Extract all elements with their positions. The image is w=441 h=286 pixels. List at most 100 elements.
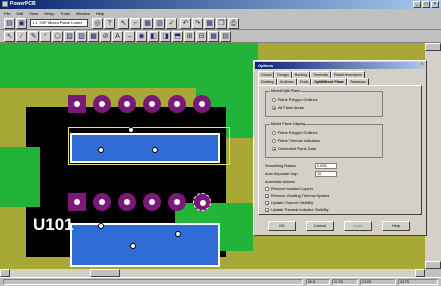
- apply-button[interactable]: Apply: [344, 221, 372, 231]
- window-title: PowerPCB: [10, 1, 36, 7]
- tab-drafting[interactable]: Drafting: [258, 78, 277, 85]
- save-icon[interactable]: ▣: [16, 18, 27, 29]
- properties-icon[interactable]: ▤: [220, 31, 231, 42]
- checkbox-icon[interactable]: [265, 187, 269, 191]
- pin-pad: [143, 95, 161, 113]
- tab-split-mixed-plane[interactable]: Split/Mixed Plane: [311, 78, 347, 85]
- tab-routing[interactable]: Routing: [291, 71, 310, 78]
- select-icon[interactable]: ↖: [118, 18, 129, 29]
- copper-icon[interactable]: ▧: [64, 31, 75, 42]
- help-icon[interactable]: ?: [104, 18, 115, 29]
- text-icon[interactable]: A: [112, 31, 123, 42]
- tab-teardrops[interactable]: Teardrops: [346, 78, 369, 85]
- minimize-button[interactable]: _: [413, 1, 421, 8]
- hatch-icon[interactable]: ▦: [208, 31, 219, 42]
- check-remove-isolated-copper[interactable]: Remove Isolated Copper: [265, 187, 313, 191]
- radio-icon[interactable]: [272, 139, 276, 143]
- menu-help[interactable]: Help: [96, 11, 104, 16]
- print-icon[interactable]: ⎙: [228, 18, 239, 29]
- copper-pad-top: [70, 133, 220, 163]
- keepout-icon[interactable]: ⊘: [100, 31, 111, 42]
- scroll-right-button[interactable]: [415, 269, 425, 277]
- polygon-icon[interactable]: ⬠: [52, 31, 63, 42]
- tab-gridlines[interactable]: Gridlines: [276, 78, 297, 85]
- undo-icon[interactable]: ↶: [180, 18, 191, 29]
- redo-icon[interactable]: ↷: [192, 18, 203, 29]
- cancel-button[interactable]: Cancel: [306, 221, 334, 231]
- radio-icon[interactable]: [272, 106, 276, 110]
- dialog-close-icon[interactable]: ×: [419, 62, 425, 67]
- plane-area-icon[interactable]: ◨: [160, 31, 171, 42]
- checkbox-icon[interactable]: ✓: [265, 201, 269, 206]
- option-generated-plane-data[interactable]: Generated Plane Data: [272, 147, 316, 151]
- vertical-scrollbar[interactable]: [425, 43, 441, 269]
- status-width: W 8: [306, 279, 330, 285]
- menu-view[interactable]: View: [29, 11, 38, 16]
- route-icon[interactable]: ⌐: [130, 18, 141, 29]
- auto-plane-icon[interactable]: ⬒: [172, 31, 183, 42]
- arc-icon[interactable]: ◜: [40, 31, 51, 42]
- status-message: [3, 279, 303, 285]
- check-icon[interactable]: ✓: [166, 18, 177, 29]
- maximize-button[interactable]: □: [422, 1, 430, 8]
- tab-grids[interactable]: Grids: [296, 78, 312, 85]
- pointer-icon[interactable]: ↖: [4, 31, 15, 42]
- help-button[interactable]: Help: [382, 221, 410, 231]
- checkbox-icon[interactable]: ✓: [265, 194, 269, 199]
- horizontal-scrollbar[interactable]: [0, 269, 425, 277]
- cutout-icon[interactable]: ▩: [88, 31, 99, 42]
- menu-file[interactable]: File: [4, 11, 10, 16]
- mixed-plane-display-group: Mixed Plane Display Plane Polygon Outlin…: [265, 122, 383, 158]
- option-thermal-indicators[interactable]: Plane Thermal Indicators: [272, 139, 320, 143]
- option-plane-polygon-outlines[interactable]: Plane Polygon Outlines: [272, 98, 317, 102]
- tab-pads-dimensions[interactable]: Pads/Dimensions: [330, 71, 365, 78]
- component-icon[interactable]: ▦: [142, 18, 153, 29]
- menu-setup[interactable]: Setup: [44, 11, 54, 16]
- layer-select[interactable]: 1-1 TOP Mixed Plane Lower: [30, 19, 88, 27]
- auto-separate-gap-input[interactable]: 10: [315, 171, 337, 177]
- option-all-plane-areas[interactable]: All Plane Areas: [272, 106, 304, 110]
- check-remove-violating-spokes[interactable]: ✓ Remove Violating Thermal Spokes: [265, 194, 329, 199]
- scroll-left-button[interactable]: [0, 269, 10, 277]
- copy-icon[interactable]: ❐: [216, 18, 227, 29]
- menu-edit[interactable]: Edit: [16, 11, 23, 16]
- check-update-thermal-visibility[interactable]: ✓ Update Thermal Indicator Visibility: [265, 208, 328, 213]
- pour-icon[interactable]: ▨: [76, 31, 87, 42]
- zoom-icon[interactable]: ◎: [92, 18, 103, 29]
- close-button[interactable]: ×: [431, 1, 439, 8]
- status-x: 2125: [360, 279, 396, 285]
- plane-icon[interactable]: ▥: [154, 18, 165, 29]
- merge-icon[interactable]: ⊞: [184, 31, 195, 42]
- toolbar-drafting: ↖ ∕ ✎ ◜ ⬠ ▧ ▨ ▩ ⊘ A ↔ ◉ ◧ ◨ ⬒ ⊞ ⊟ ▦ ▤: [0, 30, 441, 43]
- menu-window[interactable]: Window: [76, 11, 90, 16]
- option-display-polygon-outlines[interactable]: Plane Polygon Outlines: [272, 131, 317, 135]
- pin-pad: [193, 95, 211, 113]
- radio-icon[interactable]: [272, 131, 276, 135]
- checkbox-icon[interactable]: ✓: [265, 208, 269, 213]
- dimension-icon[interactable]: ↔: [124, 31, 135, 42]
- via-icon[interactable]: ◉: [136, 31, 147, 42]
- open-icon[interactable]: ▤: [4, 18, 15, 29]
- menu-tools[interactable]: Tools: [60, 11, 69, 16]
- radio-icon[interactable]: [272, 98, 276, 102]
- smoothing-radius-input[interactable]: 0.005: [315, 163, 337, 169]
- smoothing-radius-label: Smoothing Radius: [265, 164, 297, 168]
- plane-split-icon[interactable]: ◧: [148, 31, 159, 42]
- grid-icon[interactable]: ▦: [204, 18, 215, 29]
- status-grid: G 25: [332, 279, 358, 285]
- ok-button[interactable]: OK: [268, 221, 296, 231]
- scroll-down-button[interactable]: [425, 261, 441, 269]
- flood-icon[interactable]: ⊟: [196, 31, 207, 42]
- auto-separate-gap-label: Auto Separate Gap: [265, 172, 298, 176]
- title-bar: PowerPCB _ □ ×: [0, 0, 441, 9]
- scroll-up-button[interactable]: [425, 43, 441, 51]
- tab-design[interactable]: Design: [274, 71, 292, 78]
- check-update-channel-visibility[interactable]: ✓ Update Channel Visibility: [265, 201, 313, 206]
- radio-icon[interactable]: [272, 147, 276, 151]
- line-icon[interactable]: ∕: [16, 31, 27, 42]
- tab-global[interactable]: Global: [258, 71, 275, 78]
- automatic-actions-label: Automatic Actions: [265, 180, 296, 184]
- tab-thermals[interactable]: Thermals: [309, 71, 331, 78]
- scroll-thumb[interactable]: [90, 269, 120, 277]
- pencil-icon[interactable]: ✎: [28, 31, 39, 42]
